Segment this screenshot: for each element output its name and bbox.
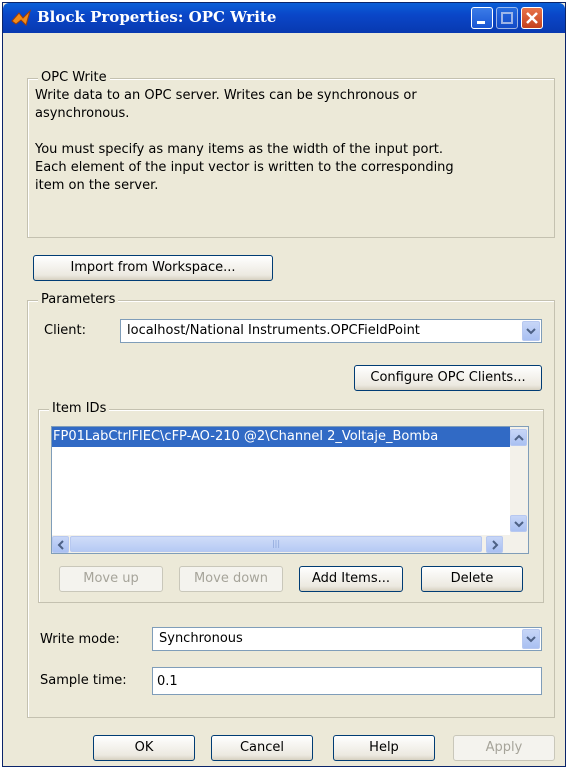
- item-ids-legend: Item IDs: [49, 401, 110, 416]
- write-mode-label: Write mode:: [40, 632, 120, 647]
- delete-button[interactable]: Delete: [421, 566, 523, 592]
- title-bar[interactable]: Block Properties: OPC Write: [3, 3, 565, 33]
- import-from-workspace-button[interactable]: Import from Workspace...: [33, 255, 273, 281]
- list-item[interactable]: FP01LabCtrlFIEC\cFP-AO-210 @2\Channel 2_…: [52, 427, 528, 447]
- parameters-legend: Parameters: [38, 292, 119, 307]
- chevron-down-icon[interactable]: [522, 321, 540, 341]
- ok-button[interactable]: OK: [93, 735, 195, 761]
- horizontal-scrollbar[interactable]: |||: [52, 535, 528, 553]
- apply-button[interactable]: Apply: [453, 735, 555, 761]
- description-line: You must specify as many items as the wi…: [35, 142, 444, 157]
- write-mode-dropdown[interactable]: Synchronous: [152, 627, 542, 651]
- chevron-down-icon[interactable]: [522, 629, 540, 649]
- close-button[interactable]: [521, 7, 543, 29]
- scroll-down-icon[interactable]: [510, 515, 527, 532]
- matlab-icon: [11, 9, 32, 31]
- scroll-right-icon[interactable]: [486, 536, 503, 553]
- client-label: Client:: [44, 323, 87, 338]
- window-title: Block Properties: OPC Write: [37, 8, 277, 26]
- vertical-scrollbar[interactable]: [510, 427, 528, 535]
- cancel-button[interactable]: Cancel: [211, 735, 313, 761]
- scrollbar-thumb[interactable]: |||: [70, 536, 482, 552]
- description-line: asynchronous.: [35, 106, 130, 121]
- move-down-button[interactable]: Move down: [179, 566, 283, 592]
- item-ids-list[interactable]: FP01LabCtrlFIEC\cFP-AO-210 @2\Channel 2_…: [51, 426, 529, 554]
- add-items-button[interactable]: Add Items...: [299, 566, 403, 592]
- move-up-button[interactable]: Move up: [59, 566, 163, 592]
- description-text: Write data to an OPC server. Writes can …: [35, 87, 547, 195]
- configure-opc-clients-button[interactable]: Configure OPC Clients...: [354, 365, 542, 391]
- sample-time-input[interactable]: 0.1: [152, 667, 542, 695]
- sample-time-value: 0.1: [157, 674, 178, 689]
- sample-time-label: Sample time:: [40, 673, 127, 688]
- description-line: item on the server.: [35, 178, 159, 193]
- description-line: Each element of the input vector is writ…: [35, 160, 454, 175]
- parameters-group: Parameters Client: localhost/National In…: [27, 292, 555, 718]
- scroll-up-icon[interactable]: [510, 429, 527, 446]
- write-mode-value: Synchronous: [159, 631, 243, 646]
- description-group: OPC Write Write data to an OPC server. W…: [27, 70, 555, 238]
- client-dropdown[interactable]: localhost/National Instruments.OPCFieldP…: [120, 319, 542, 343]
- scroll-left-icon[interactable]: [52, 536, 69, 553]
- client-value: localhost/National Instruments.OPCFieldP…: [127, 323, 420, 338]
- maximize-button[interactable]: [496, 7, 518, 29]
- item-ids-group: Item IDs FP01LabCtrlFIEC\cFP-AO-210 @2\C…: [38, 401, 544, 603]
- minimize-button[interactable]: [471, 7, 493, 29]
- block-properties-dialog: Block Properties: OPC Write OPC Write Wr…: [2, 2, 566, 767]
- description-legend: OPC Write: [38, 70, 110, 85]
- help-button[interactable]: Help: [333, 735, 435, 761]
- description-line: Write data to an OPC server. Writes can …: [35, 88, 417, 103]
